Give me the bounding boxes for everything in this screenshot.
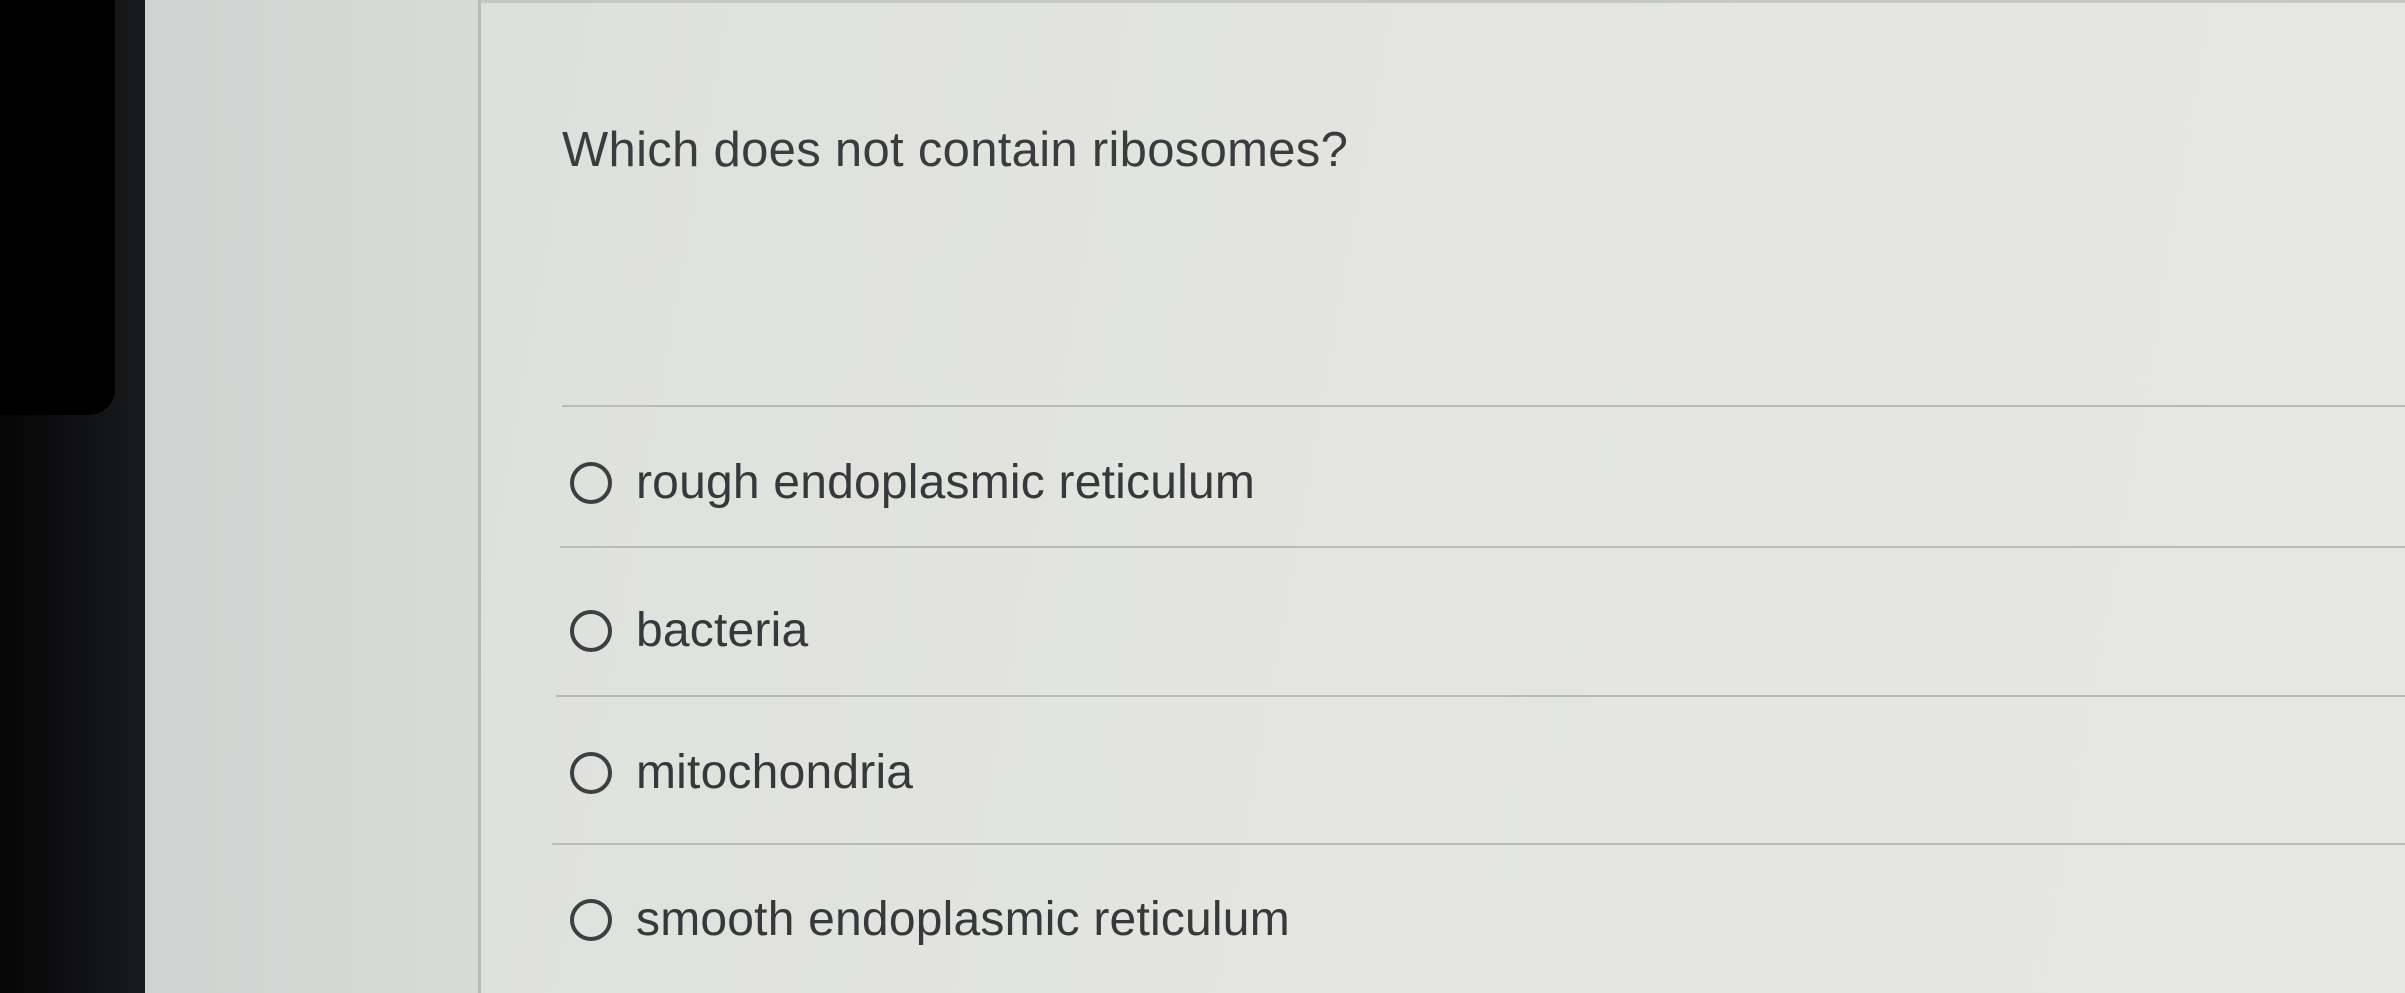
option-smooth-er[interactable]: smooth endoplasmic reticulum — [570, 892, 1290, 947]
pane-divider — [478, 0, 481, 993]
left-pane — [145, 0, 478, 993]
option-rough-er[interactable]: rough endoplasmic reticulum — [570, 455, 1255, 510]
device-bezel-corner — [0, 0, 115, 415]
option-divider — [556, 695, 2405, 697]
radio-button[interactable] — [570, 461, 612, 504]
question-text: Which does not contain ribosomes? — [562, 123, 1349, 177]
radio-button[interactable] — [570, 609, 612, 652]
option-divider — [552, 843, 2405, 845]
option-label: bacteria — [636, 604, 809, 657]
radio-button[interactable] — [570, 898, 612, 941]
option-label: mitochondria — [636, 746, 914, 799]
option-divider — [562, 405, 2405, 407]
option-bacteria[interactable]: bacteria — [570, 603, 808, 658]
option-label: rough endoplasmic reticulum — [636, 456, 1256, 509]
top-border — [481, 0, 2405, 3]
device-bezel — [0, 0, 160, 993]
radio-button[interactable] — [570, 751, 612, 794]
option-label: smooth endoplasmic reticulum — [636, 893, 1290, 946]
option-divider — [560, 546, 2405, 548]
option-mitochondria[interactable]: mitochondria — [570, 745, 913, 800]
